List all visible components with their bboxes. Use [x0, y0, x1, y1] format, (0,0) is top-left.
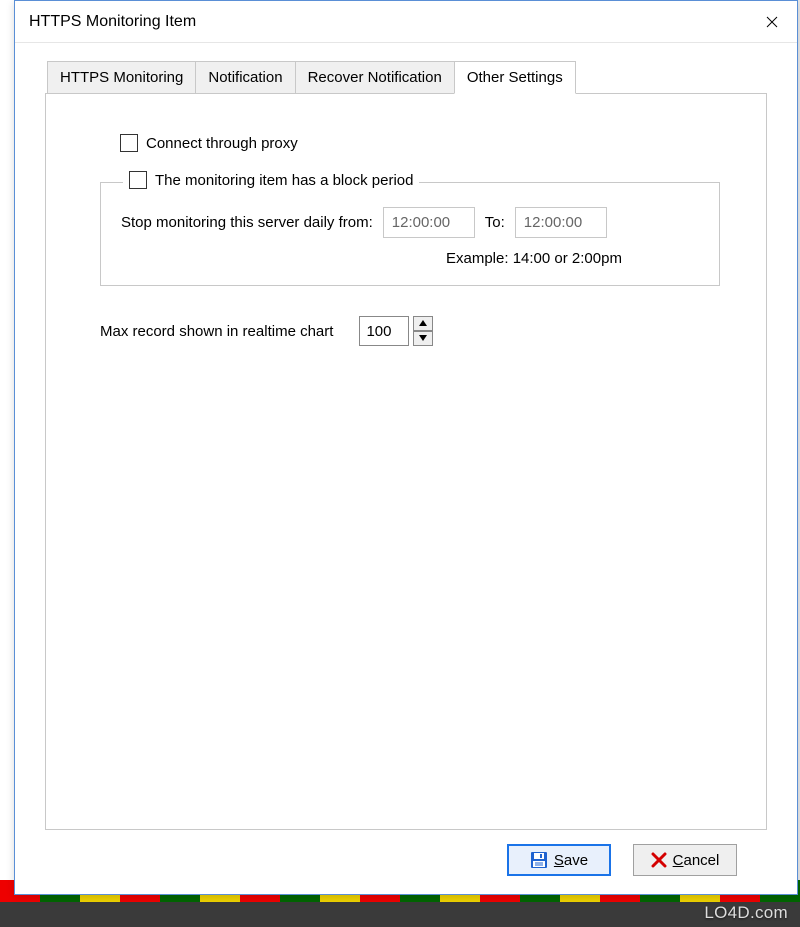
cancel-button-label: Cancel: [673, 852, 720, 869]
background: HTTPS Monitoring Item HTTPS Monitoring N…: [0, 0, 800, 902]
stop-monitoring-label: Stop monitoring this server daily from:: [121, 214, 373, 231]
chevron-up-icon: [419, 320, 427, 326]
block-period-checkbox[interactable]: [129, 171, 147, 189]
spinner-down-button[interactable]: [413, 331, 433, 346]
max-record-label: Max record shown in realtime chart: [100, 323, 333, 340]
time-row: Stop monitoring this server daily from: …: [121, 207, 699, 238]
tab-https-monitoring[interactable]: HTTPS Monitoring: [47, 61, 196, 93]
save-button-label: Save: [554, 852, 588, 869]
close-button[interactable]: [749, 4, 795, 40]
spinner-up-button[interactable]: [413, 316, 433, 331]
save-button[interactable]: Save: [507, 844, 611, 876]
block-period-label: The monitoring item has a block period: [155, 172, 413, 189]
example-label: Example: 14:00 or 2:00pm: [446, 250, 699, 267]
proxy-checkbox-label: Connect through proxy: [146, 135, 298, 152]
window-title: HTTPS Monitoring Item: [29, 13, 196, 31]
save-icon: [530, 851, 548, 869]
tab-notification[interactable]: Notification: [195, 61, 295, 93]
cancel-icon: [651, 852, 667, 868]
time-from-input[interactable]: [383, 207, 475, 238]
block-period-group: The monitoring item has a block period S…: [100, 182, 720, 286]
watermark: LO4D.com: [704, 903, 788, 923]
tab-recover-notification[interactable]: Recover Notification: [295, 61, 455, 93]
block-period-legend[interactable]: The monitoring item has a block period: [123, 171, 419, 189]
client-area: HTTPS Monitoring Notification Recover No…: [15, 43, 797, 894]
max-record-row: Max record shown in realtime chart: [100, 316, 720, 346]
proxy-checkbox[interactable]: [120, 134, 138, 152]
tabpanel-other-settings: Connect through proxy The monitoring ite…: [45, 93, 767, 830]
background-left-strip: [0, 0, 14, 902]
button-row: Save Cancel: [45, 830, 767, 876]
tabstrip: HTTPS Monitoring Notification Recover No…: [47, 61, 767, 93]
cancel-button[interactable]: Cancel: [633, 844, 737, 876]
max-record-input[interactable]: [359, 316, 409, 346]
close-icon: [766, 16, 778, 28]
chevron-down-icon: [419, 335, 427, 341]
to-label: To:: [485, 214, 505, 231]
time-to-input[interactable]: [515, 207, 607, 238]
tab-other-settings[interactable]: Other Settings: [454, 61, 576, 94]
titlebar[interactable]: HTTPS Monitoring Item: [15, 1, 797, 43]
max-record-spinner: [359, 316, 433, 346]
dialog-window: HTTPS Monitoring Item HTTPS Monitoring N…: [14, 0, 798, 895]
proxy-checkbox-row[interactable]: Connect through proxy: [120, 134, 720, 152]
